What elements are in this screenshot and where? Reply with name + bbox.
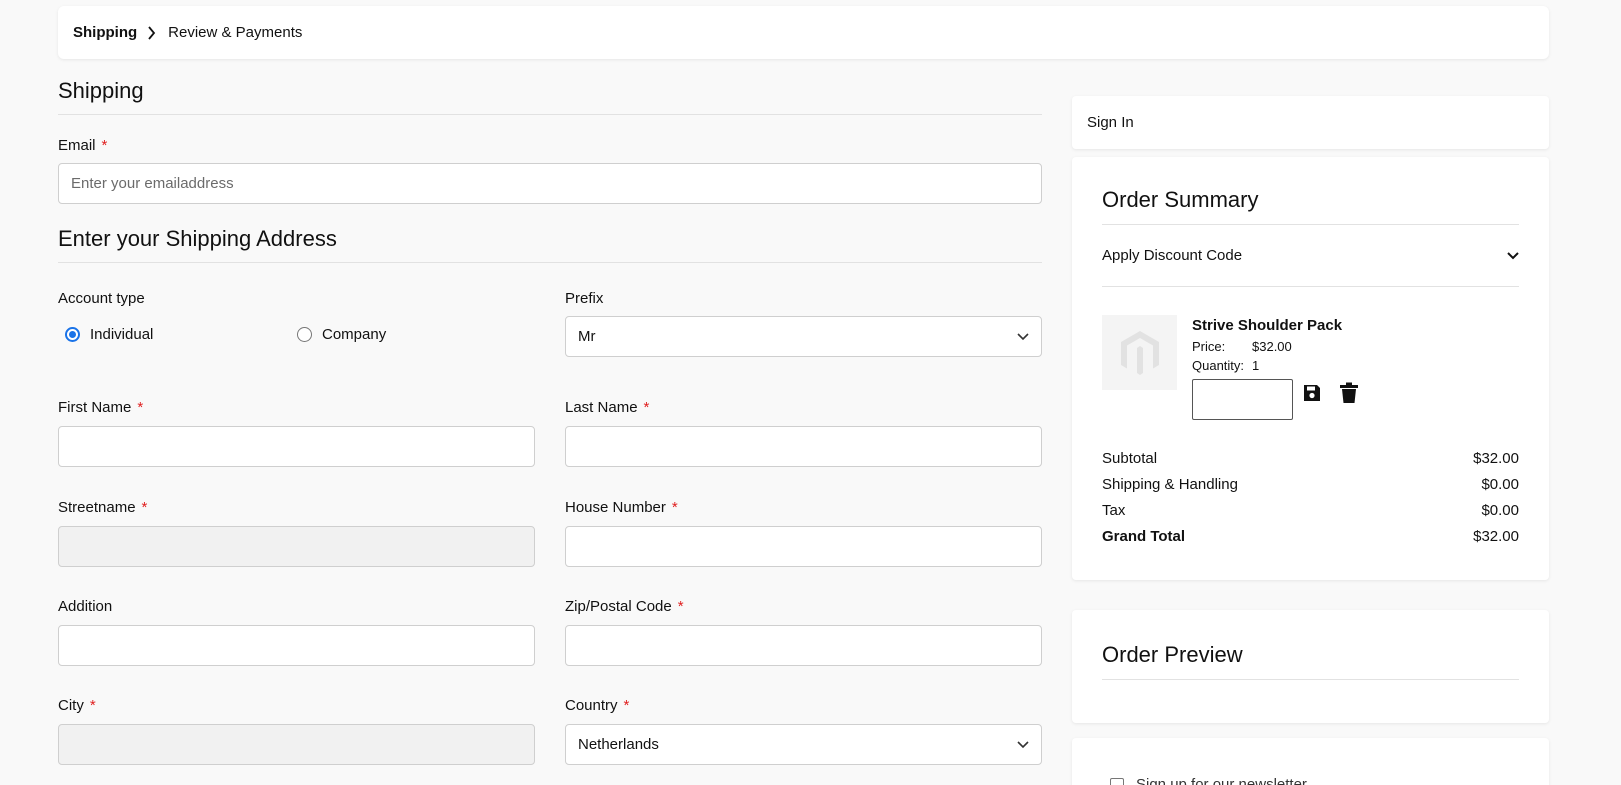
city-input[interactable]	[58, 724, 535, 765]
email-label-text: Email	[58, 137, 96, 154]
product-price: Price: $32.00	[1192, 339, 1292, 354]
house-number-label-text: House Number	[565, 499, 666, 516]
chevron-right-icon	[147, 25, 156, 40]
account-type-label: Account type	[58, 290, 145, 307]
shipping-address-title: Enter your Shipping Address	[58, 226, 1042, 263]
streetname-label: Streetname *	[58, 499, 147, 516]
house-number-input[interactable]	[565, 526, 1042, 567]
quantity-label: Quantity:	[1192, 358, 1245, 373]
city-label-text: City	[58, 697, 84, 714]
last-name-input[interactable]	[565, 426, 1042, 467]
required-mark: *	[137, 399, 144, 416]
zip-label: Zip/Postal Code *	[565, 598, 684, 615]
radio-individual[interactable]	[65, 327, 80, 342]
newsletter-checkbox[interactable]	[1110, 777, 1124, 785]
prefix-select[interactable]: Mr	[565, 316, 1042, 357]
required-mark: *	[101, 137, 108, 154]
apply-discount-label: Apply Discount Code	[1102, 247, 1243, 264]
chevron-down-icon	[1017, 736, 1029, 753]
addition-label-text: Addition	[58, 598, 113, 615]
radio-company[interactable]	[297, 327, 312, 342]
magento-logo-icon	[1120, 330, 1159, 375]
product-thumbnail	[1102, 315, 1177, 390]
last-name-label: Last Name *	[565, 399, 649, 416]
quantity-input[interactable]	[1192, 379, 1293, 420]
account-type-company[interactable]: Company	[297, 326, 386, 343]
addition-label: Addition	[58, 598, 112, 615]
newsletter-card: Sign up for our newsletter	[1072, 738, 1549, 785]
totals-row-tax: Tax $0.00	[1102, 502, 1519, 528]
trash-icon[interactable]	[1339, 382, 1359, 409]
country-value: Netherlands	[578, 736, 659, 753]
order-totals: Subtotal $32.00 Shipping & Handling $0.0…	[1102, 450, 1519, 554]
country-label: Country *	[565, 697, 629, 714]
shipping-label: Shipping & Handling	[1102, 476, 1238, 493]
email-input[interactable]	[58, 163, 1042, 204]
required-mark: *	[677, 598, 684, 615]
sign-in-card[interactable]: Sign In	[1072, 96, 1549, 149]
addition-input[interactable]	[58, 625, 535, 666]
newsletter-checkbox-row[interactable]: Sign up for our newsletter	[1110, 776, 1307, 785]
order-preview-title: Order Preview	[1102, 642, 1519, 680]
totals-row-grand-total: Grand Total $32.00	[1102, 528, 1519, 554]
zip-input[interactable]	[565, 625, 1042, 666]
tax-label: Tax	[1102, 502, 1126, 519]
email-label: Email *	[58, 137, 107, 154]
first-name-label: First Name *	[58, 399, 143, 416]
required-mark: *	[671, 499, 678, 516]
streetname-input[interactable]	[58, 526, 535, 567]
first-name-label-text: First Name	[58, 399, 132, 416]
prefix-value: Mr	[578, 328, 596, 345]
first-name-input[interactable]	[58, 426, 535, 467]
breadcrumb-item-review-payments[interactable]: Review & Payments	[168, 24, 302, 41]
price-label: Price:	[1192, 339, 1226, 354]
shipping-value: $0.00	[1481, 476, 1519, 493]
quantity-value: 1	[1252, 358, 1260, 373]
price-value: $32.00	[1252, 339, 1292, 354]
sign-in-link[interactable]: Sign In	[1087, 114, 1134, 131]
radio-company-label: Company	[322, 326, 387, 343]
apply-discount-toggle[interactable]: Apply Discount Code	[1102, 225, 1519, 287]
required-mark: *	[141, 499, 148, 516]
totals-row-shipping: Shipping & Handling $0.00	[1102, 476, 1519, 502]
streetname-label-text: Streetname	[58, 499, 136, 516]
grand-total-value: $32.00	[1473, 528, 1519, 545]
product-quantity: Quantity: 1	[1192, 358, 1259, 373]
required-mark: *	[89, 697, 96, 714]
chevron-down-icon	[1017, 328, 1029, 345]
radio-individual-label: Individual	[90, 326, 154, 343]
breadcrumb: Shipping Review & Payments	[58, 6, 1549, 59]
totals-row-subtotal: Subtotal $32.00	[1102, 450, 1519, 476]
city-label: City *	[58, 697, 96, 714]
zip-label-text: Zip/Postal Code	[565, 598, 672, 615]
breadcrumb-item-shipping[interactable]: Shipping	[73, 24, 137, 41]
country-select[interactable]: Netherlands	[565, 724, 1042, 765]
required-mark: *	[623, 697, 630, 714]
last-name-label-text: Last Name	[565, 399, 638, 416]
account-type-individual[interactable]: Individual	[65, 326, 153, 343]
subtotal-label: Subtotal	[1102, 450, 1158, 467]
shipping-form: Shipping	[58, 78, 1042, 115]
country-label-text: Country	[565, 697, 618, 714]
order-summary-card: Order Summary Apply Discount Code Strive…	[1072, 157, 1549, 580]
product-name: Strive Shoulder Pack	[1192, 317, 1343, 334]
tax-value: $0.00	[1481, 502, 1519, 519]
grand-total-label: Grand Total	[1102, 528, 1186, 545]
chevron-down-icon	[1507, 247, 1519, 264]
prefix-label: Prefix	[565, 290, 604, 307]
shipping-title: Shipping	[58, 78, 1042, 115]
required-mark: *	[643, 399, 650, 416]
order-preview-card: Order Preview	[1072, 610, 1549, 723]
newsletter-label: Sign up for our newsletter	[1136, 776, 1307, 785]
order-summary-title: Order Summary	[1102, 187, 1519, 225]
save-icon[interactable]	[1302, 383, 1322, 408]
subtotal-value: $32.00	[1473, 450, 1519, 467]
house-number-label: House Number *	[565, 499, 678, 516]
